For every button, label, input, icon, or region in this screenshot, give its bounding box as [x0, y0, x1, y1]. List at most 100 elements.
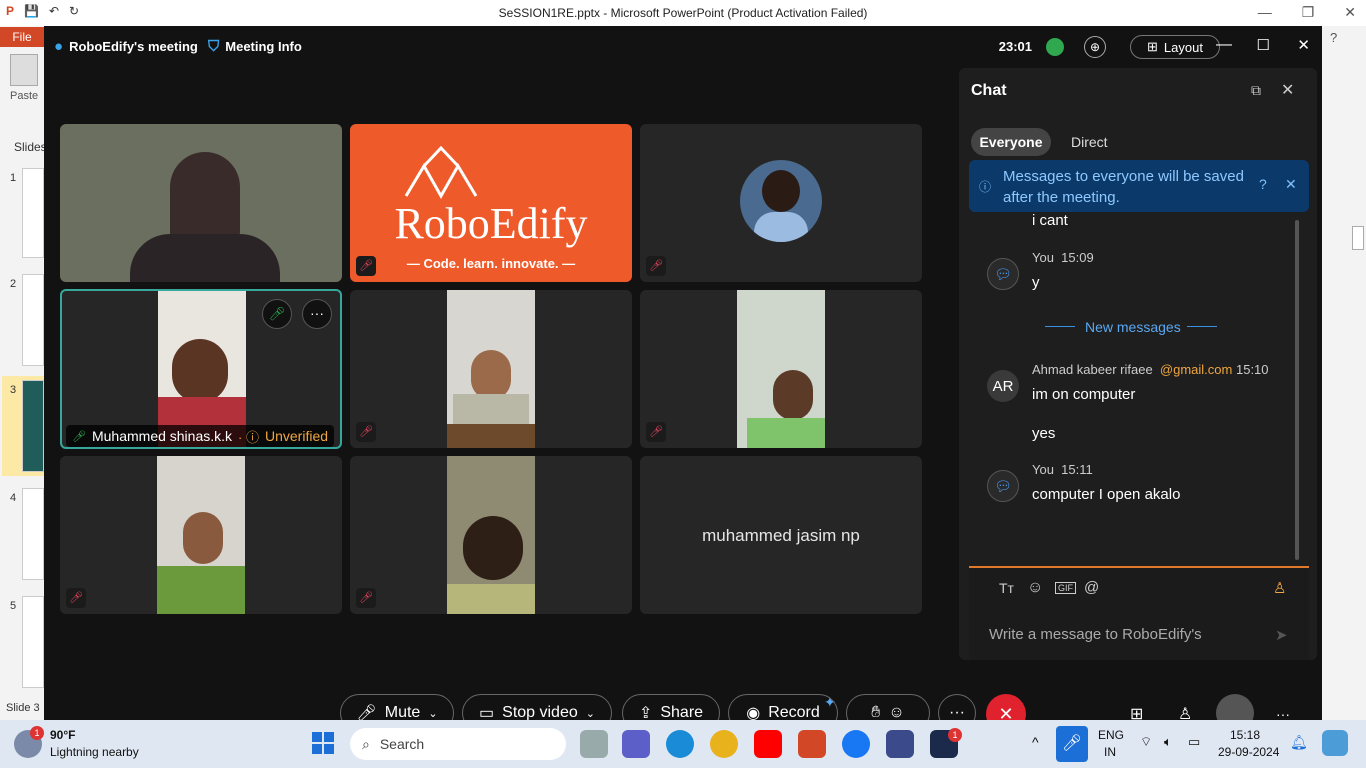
maximize-icon[interactable]: ☐ — [1257, 36, 1270, 54]
banner-text: Messages to everyone will be saved after… — [1003, 168, 1244, 206]
slide-thumbnail[interactable] — [22, 274, 44, 366]
minimize-icon[interactable]: — — [1258, 4, 1272, 21]
close-icon[interactable]: ✕ — [1344, 4, 1356, 21]
powerpoint-slides-pane: Paste Slides 1 2 3 4 5 Slide 3 — [0, 26, 47, 720]
microphone-icon[interactable]: 🎤︎ — [1056, 726, 1088, 762]
clock-time[interactable]: 15:18 — [1230, 728, 1260, 742]
tab-direct[interactable]: Direct — [1071, 134, 1108, 150]
stop-video-button[interactable]: ▭ Stop video ⌄ — [462, 694, 612, 720]
vertical-scroll-thumb[interactable] — [1352, 226, 1364, 250]
tab-everyone[interactable]: Everyone — [971, 128, 1051, 156]
record-button[interactable]: ◉ Record — [728, 694, 838, 720]
language-line1[interactable]: ENG — [1098, 728, 1124, 742]
mention-icon[interactable]: @ — [1084, 579, 1099, 596]
message-input[interactable]: Write a message to RoboEdify's — [989, 626, 1202, 643]
windows-start-icon[interactable] — [312, 732, 334, 754]
language-line2[interactable]: IN — [1104, 745, 1116, 759]
youtube-icon[interactable] — [754, 730, 782, 758]
video-tile-roboedify[interactable]: RoboEdify — Code. learn. innovate. — 🎤︎ — [350, 124, 632, 282]
emoji-icon[interactable]: ☺ — [1027, 579, 1043, 597]
meeting-name[interactable]: ● RoboEdify's meeting — [54, 38, 198, 55]
meeting-info-button[interactable]: ⛉ Meeting Info — [208, 38, 302, 55]
slide-thumbnail[interactable] — [22, 380, 44, 472]
video-tile[interactable]: 🎤︎ — [350, 290, 632, 448]
video-tile[interactable]: 🎤︎ — [640, 290, 922, 448]
file-tab[interactable]: File — [0, 27, 44, 47]
end-meeting-button[interactable]: ✕ — [986, 694, 1026, 720]
chat-panel: Chat ⧉ ✕ Everyone Direct ⓘ Messages to e… — [959, 68, 1317, 660]
chevron-up-icon[interactable]: ^ — [1032, 734, 1039, 750]
share-icon: ⇪ — [638, 705, 653, 720]
layout-label: Layout — [1163, 39, 1203, 55]
more-panels-icon[interactable]: ··· — [1276, 706, 1290, 720]
slide-thumbnail[interactable] — [22, 168, 44, 258]
wifi-icon[interactable]: ⌔ — [1140, 734, 1152, 750]
slide-number: 3 — [10, 384, 17, 396]
weather-desc[interactable]: Lightning nearby — [50, 745, 139, 759]
restore-icon[interactable]: ❐ — [1302, 4, 1315, 21]
participant-name: muhammed jasim np — [702, 526, 860, 545]
video-tile-active-speaker[interactable]: 🎤︎ ··· 🎤︎ Muhammed shinas.k.k · ⓘ Unveri… — [60, 289, 342, 449]
layout-button[interactable]: ⊞ Layout — [1130, 35, 1220, 59]
video-tile[interactable]: 🎤︎ — [60, 456, 342, 614]
chrome-icon[interactable] — [710, 730, 738, 758]
muted-mic-icon: 🎤︎ — [66, 588, 86, 608]
app-icon[interactable] — [886, 730, 914, 758]
battery-icon[interactable]: ▭ — [1188, 734, 1200, 750]
slide-number: 1 — [10, 172, 17, 184]
more-options-icon[interactable]: ··· — [302, 299, 332, 329]
network-quality-icon[interactable] — [1046, 38, 1064, 56]
window-title: SeSSION1RE.pptx - Microsoft PowerPoint (… — [498, 6, 868, 20]
privacy-icon[interactable]: ♙ — [1273, 579, 1286, 597]
divider-line — [1187, 326, 1217, 327]
message-text: im on computer — [1032, 386, 1136, 403]
edge-icon[interactable] — [666, 730, 694, 758]
participant-name-label: 🎤︎ Muhammed shinas.k.k · ⓘ Unverified — [66, 425, 335, 447]
more-options-button[interactable]: ··· — [938, 694, 976, 720]
mute-label: Mute — [384, 704, 421, 720]
task-view-icon[interactable] — [580, 730, 608, 758]
pop-out-icon[interactable]: ⧉ — [1251, 82, 1261, 99]
powerpoint-taskbar-icon[interactable] — [798, 730, 826, 758]
participants-icon[interactable]: ♙ — [1178, 704, 1192, 720]
participant-name: Muhammed shinas.k.k — [91, 428, 233, 444]
powerpoint-scrollbar-area: ? — [1322, 26, 1366, 720]
apps-icon[interactable]: ⊞ — [1130, 704, 1143, 720]
video-tile[interactable]: 🎤︎ — [350, 456, 632, 614]
weather-temp[interactable]: 90°F — [50, 728, 75, 742]
close-chat-icon[interactable]: ✕ — [1281, 80, 1294, 100]
gif-icon[interactable]: GIF — [1055, 582, 1076, 594]
volume-icon[interactable]: 🔈︎ — [1164, 734, 1172, 750]
facebook-icon[interactable] — [842, 730, 870, 758]
video-tile[interactable]: 🎤︎ — [640, 124, 922, 282]
mute-button[interactable]: 🎤︎ Mute ⌄ — [340, 694, 454, 720]
zoom-icon[interactable]: ⊕ — [1084, 36, 1106, 58]
teams-icon[interactable] — [622, 730, 650, 758]
send-icon[interactable]: ➤ — [1275, 626, 1288, 644]
paste-icon[interactable] — [10, 54, 38, 86]
video-tile[interactable] — [60, 124, 342, 282]
message-composer: Tт ☺ GIF @ ♙ Write a message to RoboEdif… — [969, 566, 1309, 660]
close-banner-icon[interactable]: ✕ — [1285, 176, 1297, 193]
text-format-icon[interactable]: Tт — [999, 580, 1014, 596]
slide-thumbnail[interactable] — [22, 488, 44, 580]
roboedify-logo — [404, 145, 478, 200]
microphone-icon[interactable]: 🎤︎ — [262, 299, 292, 329]
copilot-icon[interactable] — [1322, 730, 1348, 756]
chat-scrollbar[interactable] — [1295, 220, 1299, 560]
share-button[interactable]: ⇪ Share — [622, 694, 720, 720]
chat-toggle-icon[interactable] — [1216, 694, 1254, 720]
video-tile-camera-off[interactable]: muhammed jasim np — [640, 456, 922, 614]
window-controls: — ❐ ✕ — [1258, 4, 1356, 21]
close-icon[interactable]: ✕ — [1297, 36, 1310, 54]
notification-bell-icon[interactable]: 🔔︎ — [1290, 734, 1308, 751]
help-icon[interactable]: ? — [1259, 176, 1267, 192]
clock-date[interactable]: 29-09-2024 — [1218, 745, 1279, 759]
muted-mic-icon: 🎤︎ — [356, 422, 376, 442]
slide-thumbnail[interactable] — [22, 596, 44, 688]
muted-mic-icon: 🎤︎ — [356, 256, 376, 276]
minimize-icon[interactable]: — — [1216, 36, 1232, 54]
message-text: yes — [1032, 425, 1056, 442]
reactions-button[interactable]: ✋︎ ☺ — [846, 694, 930, 720]
taskbar-search[interactable]: ⌕ Search — [350, 728, 566, 760]
